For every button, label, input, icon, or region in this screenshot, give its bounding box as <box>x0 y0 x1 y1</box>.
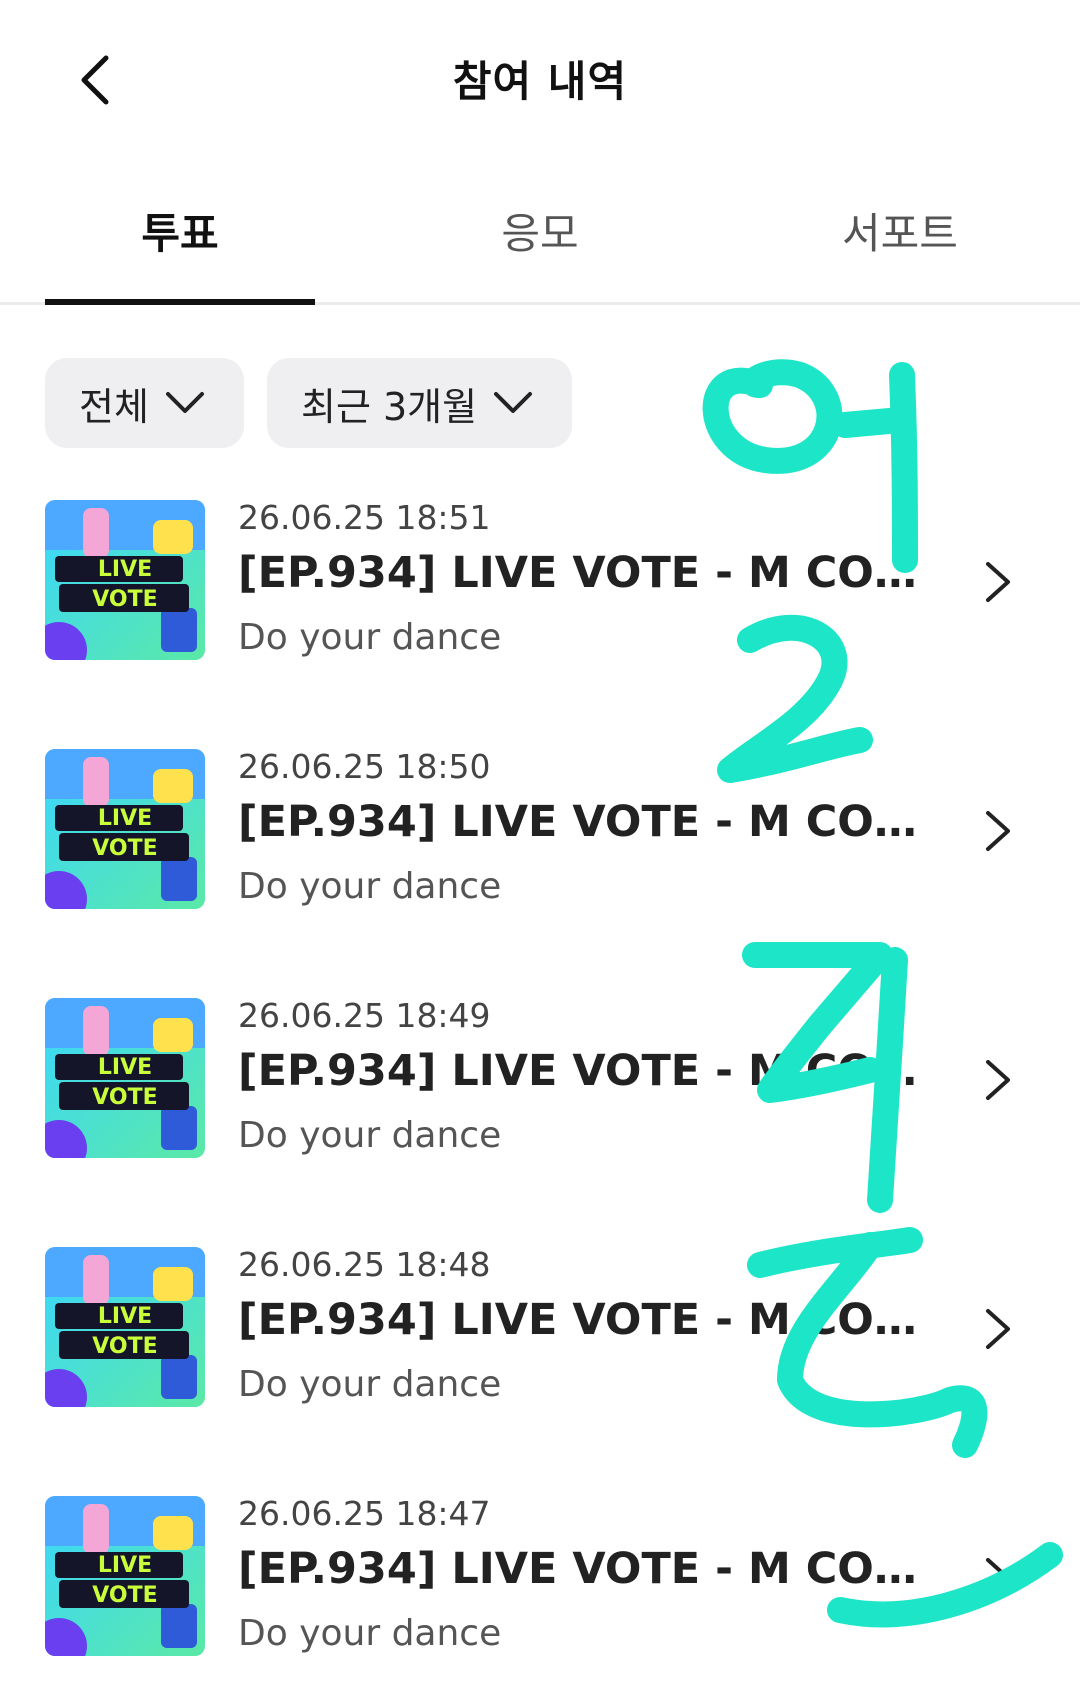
thumbnail-vote-text: VOTE <box>92 1085 157 1110</box>
item-title: [EP.934] LIVE VOTE - M COUNTDOWN <box>238 1295 918 1345</box>
item-date: 26.06.25 18:50 <box>238 747 491 786</box>
live-vote-thumbnail: LIVE VOTE <box>45 500 205 660</box>
list-item[interactable]: LIVE VOTE 26.06.25 18:49 [EP.934] LIVE V… <box>0 978 1080 1188</box>
item-title: [EP.934] LIVE VOTE - M COUNTDOWN <box>238 548 918 598</box>
item-title: [EP.934] LIVE VOTE - M COUNTDOWN <box>238 1544 918 1594</box>
thumbnail-vote-text: VOTE <box>92 1583 157 1608</box>
list-item[interactable]: LIVE VOTE 26.06.25 18:47 [EP.934] LIVE V… <box>0 1476 1080 1686</box>
thumbnail-live-text: LIVE <box>98 1304 152 1329</box>
thumbnail-live-text: LIVE <box>98 806 152 831</box>
item-subtitle: Do your dance <box>238 1115 502 1156</box>
tab-vote[interactable]: 투표 <box>0 200 360 261</box>
list-item[interactable]: LIVE VOTE 26.06.25 18:50 [EP.934] LIVE V… <box>0 729 1080 939</box>
chevron-right-icon <box>986 562 1010 602</box>
tab-support[interactable]: 서포트 <box>720 200 1080 261</box>
item-date: 26.06.25 18:47 <box>238 1494 491 1533</box>
category-filter-dropdown[interactable]: 전체 <box>45 358 244 448</box>
item-date: 26.06.25 18:48 <box>238 1245 491 1284</box>
thumbnail-live-text: LIVE <box>98 557 152 582</box>
chevron-down-icon <box>165 390 205 416</box>
item-title: [EP.934] LIVE VOTE - M COUNTDOWN <box>238 797 918 847</box>
item-subtitle: Do your dance <box>238 1364 502 1405</box>
active-tab-indicator <box>45 299 315 305</box>
thumbnail-vote-text: VOTE <box>92 1334 157 1359</box>
page-title: 참여 내역 <box>452 57 628 106</box>
live-vote-thumbnail: LIVE VOTE <box>45 749 205 909</box>
thumbnail-vote-text: VOTE <box>92 836 157 861</box>
chevron-right-icon <box>986 1309 1010 1349</box>
thumbnail-live-text: LIVE <box>98 1553 152 1578</box>
chevron-right-icon <box>986 811 1010 851</box>
tab-apply[interactable]: 응모 <box>360 200 720 261</box>
live-vote-thumbnail: LIVE VOTE <box>45 998 205 1158</box>
chevron-right-icon <box>986 1558 1010 1598</box>
list-item[interactable]: LIVE VOTE 26.06.25 18:48 [EP.934] LIVE V… <box>0 1227 1080 1437</box>
list-item[interactable]: LIVE VOTE 26.06.25 18:51 [EP.934] LIVE V… <box>0 480 1080 690</box>
scribble-stroke <box>832 407 913 438</box>
item-date: 26.06.25 18:49 <box>238 996 491 1035</box>
item-subtitle: Do your dance <box>238 866 502 907</box>
period-filter-label: 최근 3개월 <box>301 384 478 429</box>
chevron-down-icon <box>493 390 533 416</box>
thumbnail-vote-text: VOTE <box>92 587 157 612</box>
chevron-right-icon <box>986 1060 1010 1100</box>
item-subtitle: Do your dance <box>238 617 502 658</box>
item-title: [EP.934] LIVE VOTE - M COUNTDOWN <box>238 1046 918 1096</box>
live-vote-thumbnail: LIVE VOTE <box>45 1496 205 1656</box>
item-date: 26.06.25 18:51 <box>238 498 491 537</box>
scribble-stroke <box>702 359 843 474</box>
live-vote-thumbnail: LIVE VOTE <box>45 1247 205 1407</box>
item-subtitle: Do your dance <box>238 1613 502 1654</box>
tab-bar: 투표 응모 서포트 <box>0 180 1080 305</box>
category-filter-label: 전체 <box>79 384 149 429</box>
period-filter-dropdown[interactable]: 최근 3개월 <box>267 358 572 448</box>
thumbnail-live-text: LIVE <box>98 1055 152 1080</box>
app-header: 참여 내역 <box>0 0 1080 160</box>
